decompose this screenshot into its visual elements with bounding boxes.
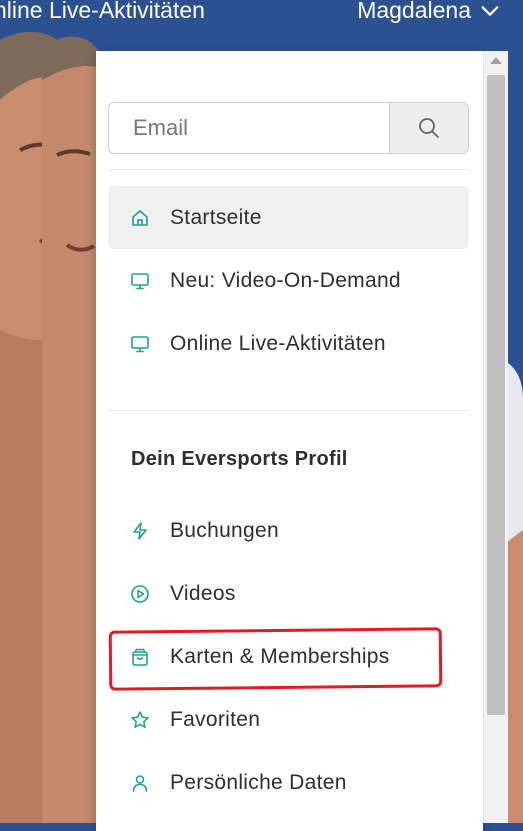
email-search-input[interactable] — [109, 103, 413, 153]
scroll-up-arrow-icon[interactable] — [490, 57, 502, 64]
menu-item-label: Persönliche Daten — [170, 770, 347, 794]
menu-item-online-live[interactable]: Online Live-Aktivitäten — [108, 312, 469, 375]
chevron-down-icon — [481, 5, 499, 16]
menu-item-label: Favoriten — [170, 707, 261, 731]
play-circle-icon — [130, 584, 150, 604]
menu-item-video-on-demand[interactable]: Neu: Video-On-Demand — [108, 249, 469, 312]
menu-item-label: Neu: Video-On-Demand — [170, 268, 401, 292]
monitor-icon — [130, 334, 150, 354]
menu-item-startseite[interactable]: Startseite — [108, 186, 469, 249]
search-box — [108, 102, 469, 154]
search-icon — [419, 118, 439, 138]
user-menu-toggle[interactable]: Magdalena — [357, 0, 501, 24]
top-navigation-bar: nline Live-Aktivitäten Magdalena — [0, 0, 523, 30]
home-icon — [130, 208, 150, 228]
menu-item-persoenliche-daten[interactable]: Persönliche Daten — [108, 751, 469, 814]
menu-item-label: Videos — [170, 581, 236, 605]
profile-section-title: Dein Eversports Profil — [131, 448, 348, 470]
menu-scrollbar[interactable] — [483, 51, 508, 823]
menu-divider — [108, 169, 469, 170]
user-name: Magdalena — [357, 0, 471, 23]
lightning-icon — [130, 521, 150, 541]
menu-item-label: Online Live-Aktivitäten — [170, 331, 386, 355]
menu-item-label: Startseite — [170, 205, 262, 229]
menu-item-buchungen[interactable]: Buchungen — [108, 499, 469, 562]
search-button[interactable] — [389, 103, 468, 153]
star-icon — [130, 710, 150, 730]
monitor-icon — [130, 271, 150, 291]
menu-item-label: Buchungen — [170, 518, 279, 542]
scrollbar-thumb[interactable] — [487, 75, 505, 715]
nav-link-online-live[interactable]: nline Live-Aktivitäten — [0, 0, 205, 24]
annotation-highlight — [108, 627, 443, 691]
navigation-dropdown-menu: Startseite Neu: Video-On-Demand Online L… — [96, 51, 483, 831]
user-icon — [130, 773, 150, 793]
menu-item-favoriten[interactable]: Favoriten — [108, 688, 469, 751]
menu-item-videos[interactable]: Videos — [108, 562, 469, 625]
menu-divider — [108, 410, 469, 411]
